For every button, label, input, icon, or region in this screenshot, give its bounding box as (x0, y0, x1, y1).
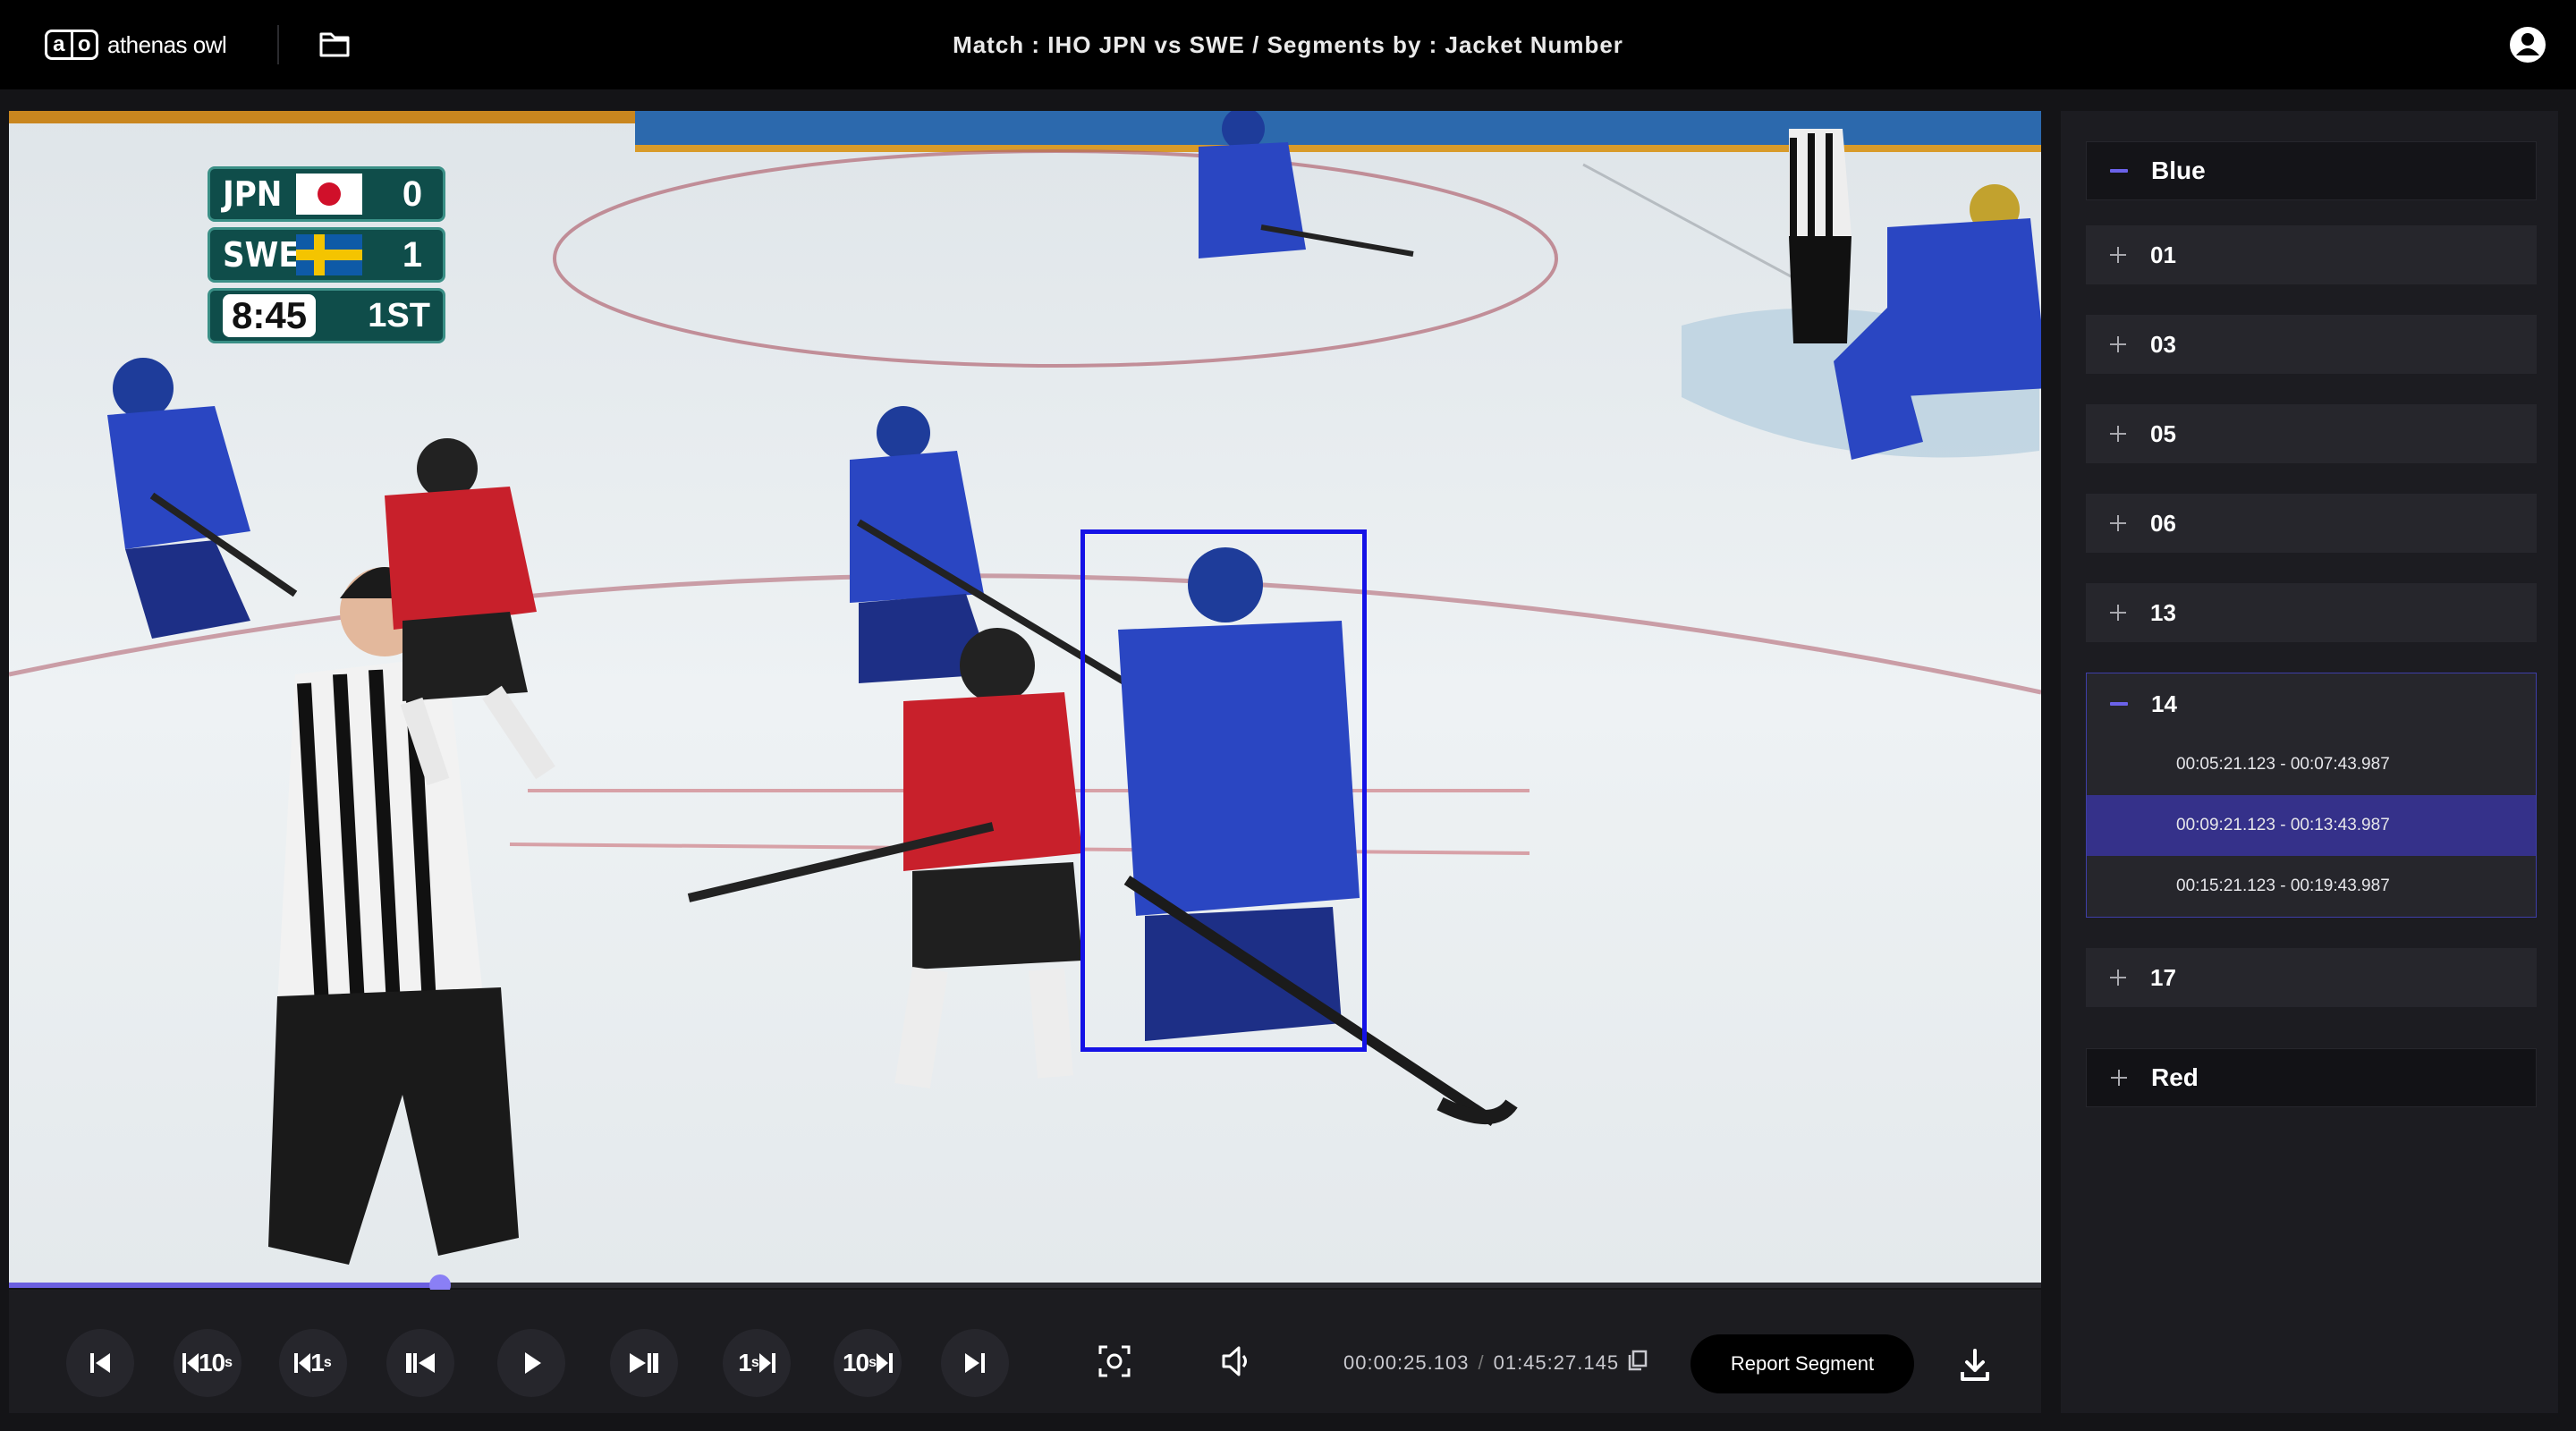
volume-icon (1218, 1343, 1254, 1384)
jacket-item[interactable]: 03 (2086, 315, 2537, 374)
team-name: SWE (223, 235, 300, 275)
group-red[interactable]: Red (2086, 1048, 2537, 1107)
rewind-1s-button[interactable]: 1s (279, 1329, 347, 1397)
forward-10s-label: 10 (842, 1349, 869, 1376)
rewind-icon (294, 1351, 311, 1375)
scoreboard: JPN 0 SWE 1 8:45 1ST (208, 166, 445, 349)
scoreboard-clock-row: 8:45 1ST (208, 288, 445, 343)
forward-1s-button[interactable]: 1s (723, 1329, 791, 1397)
current-time: 00:00:25.103 (1343, 1351, 1470, 1374)
jacket-label: 14 (2151, 690, 2177, 717)
time-separator: / (1478, 1351, 1485, 1374)
segment-item[interactable]: 00:05:21.123 - 00:07:43.987 (2087, 734, 2536, 795)
scoreboard-row-jpn: JPN 0 (208, 166, 445, 222)
group-blue[interactable]: Blue (2086, 141, 2537, 200)
seek-bar[interactable] (9, 1274, 2041, 1296)
collapse-icon[interactable] (2087, 142, 2151, 199)
rewind-icon (182, 1351, 199, 1375)
report-segment-button[interactable]: Report Segment (1690, 1334, 1914, 1393)
user-account-icon[interactable] (2508, 25, 2547, 64)
rewind-1s-label: 1 (310, 1349, 325, 1376)
forward-icon (758, 1351, 775, 1375)
jacket-item[interactable]: 01 (2086, 225, 2537, 284)
forward-1s-unit: s (750, 1355, 759, 1370)
previous-frame-button[interactable] (386, 1329, 454, 1397)
skip-to-start-button[interactable] (66, 1329, 134, 1397)
sweden-flag-icon (296, 234, 362, 275)
collapse-icon[interactable] (2087, 702, 2151, 706)
expand-icon[interactable] (2086, 948, 2150, 1007)
japan-flag-icon (296, 174, 362, 215)
expand-icon[interactable] (2086, 404, 2150, 463)
copy-icon[interactable] (1628, 1350, 1648, 1376)
expand-icon[interactable] (2087, 1049, 2151, 1106)
forward-icon (877, 1351, 894, 1375)
rewind-1s-unit: s (323, 1355, 332, 1370)
download-icon[interactable] (1955, 1345, 1995, 1384)
jacket-label: 05 (2150, 419, 2176, 447)
next-frame-button[interactable] (610, 1329, 678, 1397)
jacket-label: 03 (2150, 330, 2176, 358)
player-controls: 10 s 1s 1s 10 s 00:00:25.103 / 01:45:27.… (9, 1290, 2041, 1413)
referee-figure (1789, 129, 1852, 343)
seek-bar-progress (9, 1283, 440, 1288)
team-score: 0 (402, 174, 423, 214)
rewind-10s-unit: s (225, 1355, 233, 1370)
jacket-label: 17 (2150, 963, 2176, 991)
volume-button[interactable] (1202, 1329, 1270, 1397)
screenshot-button[interactable] (1080, 1329, 1148, 1397)
team-name: JPN (223, 174, 283, 214)
skip-to-end-icon (962, 1350, 988, 1376)
forward-10s-unit: s (869, 1355, 877, 1370)
jacket-label: 01 (2150, 241, 2176, 268)
scoreboard-row-swe: SWE 1 (208, 227, 445, 283)
game-period: 1ST (368, 296, 430, 334)
page-title: Match : IHO JPN vs SWE / Segments by : J… (953, 30, 1623, 58)
screenshot-icon (1097, 1343, 1132, 1384)
jacket-item-expanded: 14 00:05:21.123 - 00:07:43.987 00:09:21.… (2086, 673, 2537, 918)
timecode-display: 00:00:25.103 / 01:45:27.145 (1343, 1349, 1648, 1377)
top-bar: a o athenas owl Match : IHO JPN vs SWE /… (0, 0, 2576, 89)
jacket-item-header[interactable]: 14 (2087, 673, 2536, 734)
jacket-label: 06 (2150, 509, 2176, 537)
jacket-item[interactable]: 06 (2086, 494, 2537, 553)
segment-item[interactable]: 00:15:21.123 - 00:19:43.987 (2087, 856, 2536, 917)
skip-to-start-icon (87, 1350, 114, 1376)
play-icon (518, 1350, 545, 1376)
expand-icon[interactable] (2086, 494, 2150, 553)
total-time: 01:45:27.145 (1493, 1351, 1620, 1374)
skip-to-end-button[interactable] (941, 1329, 1009, 1397)
previous-frame-icon (404, 1350, 436, 1376)
expand-icon[interactable] (2086, 315, 2150, 374)
jacket-item[interactable]: 13 (2086, 583, 2537, 642)
forward-1s-label: 1 (738, 1349, 752, 1376)
game-clock: 8:45 (223, 294, 317, 337)
next-frame-icon (628, 1350, 660, 1376)
rewind-10s-button[interactable]: 10 s (174, 1329, 242, 1397)
group-label: Blue (2151, 157, 2206, 184)
video-frame[interactable]: JPN 0 SWE 1 8:45 1ST (9, 111, 2041, 1284)
expand-icon[interactable] (2086, 225, 2150, 284)
jacket-item[interactable]: 05 (2086, 404, 2537, 463)
group-label: Red (2151, 1063, 2199, 1091)
detection-bounding-box (1080, 529, 1367, 1052)
play-button[interactable] (497, 1329, 565, 1397)
jacket-item[interactable]: 17 (2086, 948, 2537, 1007)
segment-item-selected[interactable]: 00:09:21.123 - 00:13:43.987 (2087, 795, 2536, 856)
jacket-label: 13 (2150, 598, 2176, 626)
segments-panel: Blue 01 03 05 06 13 14 00:05:21.123 - 00… (2061, 111, 2558, 1413)
rewind-10s-label: 10 (198, 1349, 225, 1376)
team-score: 1 (402, 234, 423, 275)
forward-10s-button[interactable]: 10 s (834, 1329, 902, 1397)
expand-icon[interactable] (2086, 583, 2150, 642)
